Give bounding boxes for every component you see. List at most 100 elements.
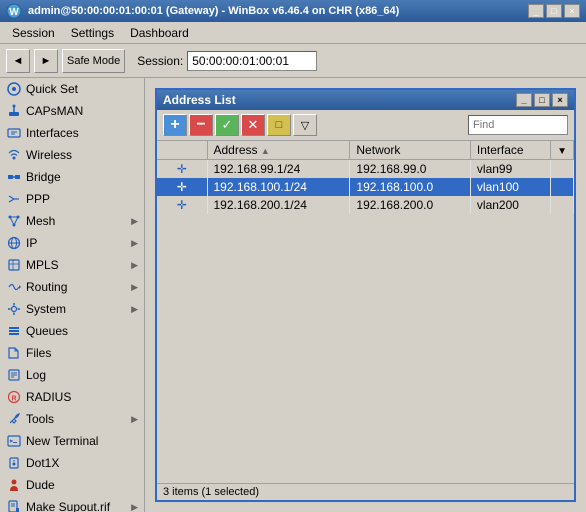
sidebar-item-tools[interactable]: Tools ▶ xyxy=(0,408,144,430)
log-icon xyxy=(6,367,22,383)
table-wrapper: Address ▲ Network Interface xyxy=(157,141,574,500)
col-header-interface[interactable]: Interface xyxy=(470,141,550,160)
safe-mode-button[interactable]: Safe Mode xyxy=(62,49,125,73)
col-header-address-text[interactable]: Address ▲ xyxy=(207,141,350,160)
sidebar-item-interfaces[interactable]: Interfaces xyxy=(0,122,144,144)
sidebar-label-ppp: PPP xyxy=(26,192,138,206)
mesh-arrow: ▶ xyxy=(131,216,138,227)
sidebar-label-routing: Routing xyxy=(26,280,127,294)
content-area: Address List _ □ × + − ✓ ✕ □ ▽ xyxy=(145,78,586,512)
remove-button[interactable]: − xyxy=(189,114,213,136)
capsman-icon xyxy=(6,103,22,119)
sidebar-label-ip: IP xyxy=(26,236,127,250)
address-sort-arrow: ▲ xyxy=(261,146,270,156)
window-maximize-button[interactable]: □ xyxy=(534,93,550,107)
sidebar-item-dude[interactable]: Dude xyxy=(0,474,144,496)
session-label: Session: xyxy=(137,54,183,68)
window-minimize-button[interactable]: _ xyxy=(516,93,532,107)
col-header-extra: ▼ xyxy=(551,141,574,160)
interfaces-icon xyxy=(6,125,22,141)
title-bar-controls: _ □ × xyxy=(528,4,580,18)
sidebar-item-queues[interactable]: Queues xyxy=(0,320,144,342)
sidebar-label-log: Log xyxy=(26,368,138,382)
row-3-network: 192.168.200.0 xyxy=(350,196,471,214)
find-input[interactable] xyxy=(468,115,568,135)
sidebar-label-system: System xyxy=(26,302,127,316)
row-1-icon-cell: ✛ xyxy=(157,160,207,179)
add-button[interactable]: + xyxy=(163,114,187,136)
sidebar-item-dot1x[interactable]: Dot1X xyxy=(0,452,144,474)
table-row[interactable]: ✛ 192.168.100.1/24 192.168.100.0 vlan100 xyxy=(157,178,574,196)
close-button[interactable]: × xyxy=(564,4,580,18)
make-supout-icon xyxy=(6,499,22,512)
sidebar-item-mesh[interactable]: Mesh ▶ xyxy=(0,210,144,232)
sidebar-item-capsman[interactable]: CAPsMAN xyxy=(0,100,144,122)
window-close-button[interactable]: × xyxy=(552,93,568,107)
row-3-address: 192.168.200.1/24 xyxy=(207,196,350,214)
back-button[interactable]: ◄ xyxy=(6,49,30,73)
sidebar-item-wireless[interactable]: Wireless xyxy=(0,144,144,166)
sidebar-label-queues: Queues xyxy=(26,324,138,338)
copy-button[interactable]: □ xyxy=(267,114,291,136)
sidebar-item-routing[interactable]: Routing ▶ xyxy=(0,276,144,298)
menu-session[interactable]: Session xyxy=(4,24,63,42)
sidebar-item-quick-set[interactable]: Quick Set xyxy=(0,78,144,100)
sidebar-item-make-supout[interactable]: Make Supout.rif ▶ xyxy=(0,496,144,512)
sidebar-item-files[interactable]: Files xyxy=(0,342,144,364)
dude-icon xyxy=(6,477,22,493)
sidebar-item-system[interactable]: System ▶ xyxy=(0,298,144,320)
sidebar-item-ip[interactable]: IP ▶ xyxy=(0,232,144,254)
sidebar-label-tools: Tools xyxy=(26,412,127,426)
status-text: 3 items (1 selected) xyxy=(163,486,259,498)
title-bar-text: admin@50:00:00:01:00:01 (Gateway) - WinB… xyxy=(28,5,522,17)
wireless-icon xyxy=(6,147,22,163)
main-layout: Quick Set CAPsMAN Interfaces Wireless Br… xyxy=(0,78,586,512)
sidebar-item-log[interactable]: Log xyxy=(0,364,144,386)
table-row[interactable]: ✛ 192.168.200.1/24 192.168.200.0 vlan200 xyxy=(157,196,574,214)
sidebar-label-files: Files xyxy=(26,346,138,360)
sidebar-item-ppp[interactable]: PPP xyxy=(0,188,144,210)
sidebar-item-new-terminal[interactable]: New Terminal xyxy=(0,430,144,452)
menu-settings[interactable]: Settings xyxy=(63,24,122,42)
cross-button[interactable]: ✕ xyxy=(241,114,265,136)
row-1-address: 192.168.99.1/24 xyxy=(207,160,350,179)
table-header-row: Address ▲ Network Interface xyxy=(157,141,574,160)
sidebar-label-new-terminal: New Terminal xyxy=(26,434,138,448)
col-header-network[interactable]: Network xyxy=(350,141,471,160)
forward-button[interactable]: ► xyxy=(34,49,58,73)
sidebar-label-radius: RADIUS xyxy=(26,390,138,404)
row-2-network: 192.168.100.0 xyxy=(350,178,471,196)
svg-text:W: W xyxy=(9,7,19,18)
col-header-address[interactable] xyxy=(157,141,207,160)
sidebar-label-quick-set: Quick Set xyxy=(26,82,138,96)
row-2-extra xyxy=(551,178,574,196)
row-2-interface: vlan100 xyxy=(470,178,550,196)
ppp-icon xyxy=(6,191,22,207)
table-row[interactable]: ✛ 192.168.99.1/24 192.168.99.0 vlan99 xyxy=(157,160,574,179)
maximize-button[interactable]: □ xyxy=(546,4,562,18)
address-list-window: Address List _ □ × + − ✓ ✕ □ ▽ xyxy=(155,88,576,502)
menu-dashboard[interactable]: Dashboard xyxy=(122,24,197,42)
system-icon xyxy=(6,301,22,317)
sidebar-label-make-supout: Make Supout.rif xyxy=(26,500,127,512)
window-toolbar: + − ✓ ✕ □ ▽ xyxy=(157,110,574,141)
radius-icon: R xyxy=(6,389,22,405)
sidebar: Quick Set CAPsMAN Interfaces Wireless Br… xyxy=(0,78,145,512)
menu-bar: Session Settings Dashboard xyxy=(0,22,586,44)
check-button[interactable]: ✓ xyxy=(215,114,239,136)
sidebar-item-bridge[interactable]: Bridge xyxy=(0,166,144,188)
row-3-extra xyxy=(551,196,574,214)
system-arrow: ▶ xyxy=(131,304,138,315)
sidebar-item-radius[interactable]: R RADIUS xyxy=(0,386,144,408)
filter-button[interactable]: ▽ xyxy=(293,114,317,136)
routing-icon xyxy=(6,279,22,295)
row-2-address: 192.168.100.1/24 xyxy=(207,178,350,196)
mesh-icon xyxy=(6,213,22,229)
address-table: Address ▲ Network Interface xyxy=(157,141,574,214)
row-3-interface: vlan200 xyxy=(470,196,550,214)
session-input[interactable] xyxy=(187,51,317,71)
minimize-button[interactable]: _ xyxy=(528,4,544,18)
sidebar-item-mpls[interactable]: MPLS ▶ xyxy=(0,254,144,276)
sidebar-label-interfaces: Interfaces xyxy=(26,126,138,140)
make-supout-arrow: ▶ xyxy=(131,502,138,512)
